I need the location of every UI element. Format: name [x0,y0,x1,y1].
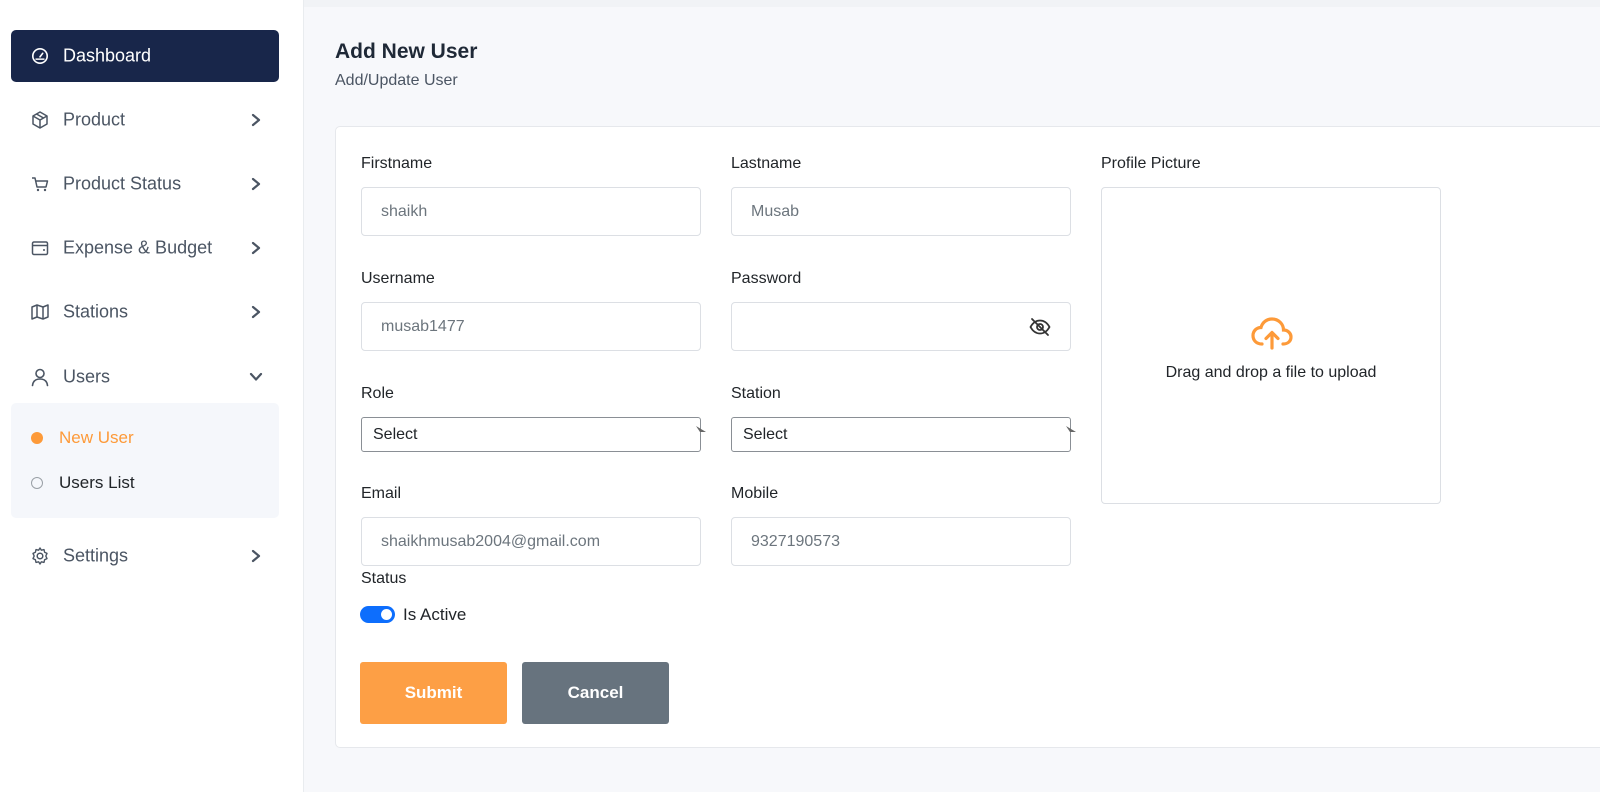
sidebar-item-product[interactable]: Product [11,94,279,146]
sidebar-item-label: Users [63,366,111,387]
email-value: shaikhmusab2004@gmail.com [381,532,601,550]
toggle-knob [381,609,392,620]
sidebar-item-product-status[interactable]: Product Status [11,158,279,210]
user-icon [30,367,50,387]
sidebar-item-label: Stations [63,301,129,322]
profile-picture-dropzone[interactable]: Drag and drop a file to upload [1101,187,1441,504]
sidebar: Dashboard Product Product Status Expense… [0,0,304,792]
mobile-label: Mobile [731,485,779,502]
is-active-toggle[interactable] [360,606,395,623]
mobile-value: 9327190573 [751,532,840,550]
sidebar-item-label: Product [63,109,126,130]
sidebar-item-users[interactable]: Users [11,351,279,403]
username-label: Username [361,270,435,287]
resize-grip-icon [1064,424,1078,438]
sidebar-item-label: Product Status [63,173,182,194]
chevron-down-icon [247,368,265,386]
chevron-right-icon [247,175,265,193]
is-active-label: Is Active [403,605,467,624]
lastname-input[interactable]: Musab [731,187,1071,236]
page-subtitle: Add/Update User [335,72,458,89]
circle-icon [31,477,43,489]
cart-icon [30,174,50,194]
station-select[interactable]: Select [731,417,1076,452]
sidebar-item-dashboard[interactable]: Dashboard [11,30,279,82]
sidebar-item-settings[interactable]: Settings [11,530,279,582]
page-title: Add New User [335,40,478,63]
chevron-right-icon [247,303,265,321]
lastname-label: Lastname [731,155,802,172]
users-submenu: New User Users List [11,403,279,518]
role-selected-value: Select [373,425,418,443]
sidebar-item-stations[interactable]: Stations [11,286,279,338]
cloud-upload-icon [1250,316,1294,352]
status-label: Status [361,570,407,587]
chevron-right-icon [247,239,265,257]
wallet-icon [30,238,50,258]
sidebar-item-label: Expense & Budget [63,237,213,258]
firstname-input[interactable]: shaikh [361,187,701,236]
map-icon [30,302,50,322]
chevron-right-icon [247,547,265,565]
sidebar-item-expense-budget[interactable]: Expense & Budget [11,222,279,274]
role-select[interactable]: Select [361,417,706,452]
sidebar-item-label: Dashboard [63,45,152,66]
submenu-item-label: New User [59,428,134,447]
gear-icon [30,546,50,566]
username-value: musab1477 [381,317,465,335]
active-dot-icon [31,432,43,444]
submenu-item-new-user[interactable]: New User [11,423,279,453]
station-label: Station [731,385,781,402]
password-label: Password [731,270,802,287]
firstname-label: Firstname [361,155,433,172]
sidebar-item-label: Settings [63,545,129,566]
submenu-item-users-list[interactable]: Users List [11,468,279,498]
password-input[interactable] [731,302,1071,351]
box-icon [30,110,50,130]
submenu-item-label: Users List [59,473,135,492]
firstname-value: shaikh [381,202,428,220]
top-bar [304,0,1600,7]
email-label: Email [361,485,402,502]
resize-grip-icon [694,424,708,438]
dropzone-text: Drag and drop a file to upload [1165,364,1377,381]
submit-button[interactable]: Submit [360,662,507,724]
lastname-value: Musab [751,202,800,220]
profile-picture-label: Profile Picture [1101,155,1201,172]
eye-slash-icon[interactable] [1028,315,1052,339]
role-label: Role [361,385,394,402]
mobile-input[interactable]: 9327190573 [731,517,1071,566]
gauge-icon [30,46,50,66]
username-input[interactable]: musab1477 [361,302,701,351]
station-selected-value: Select [743,425,788,443]
email-input[interactable]: shaikhmusab2004@gmail.com [361,517,701,566]
chevron-right-icon [247,111,265,129]
cancel-button[interactable]: Cancel [522,662,669,724]
